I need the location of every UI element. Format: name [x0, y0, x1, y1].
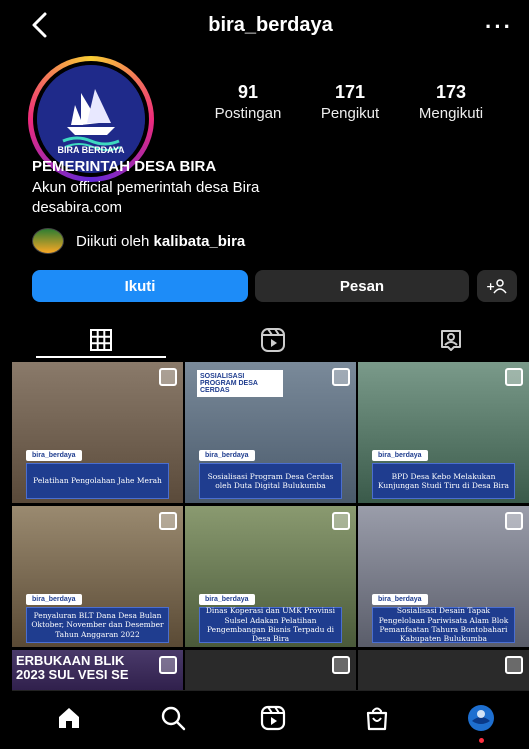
shop-icon	[366, 707, 388, 731]
profile-display-name: PEMERINTAH DESA BIRA	[32, 158, 217, 175]
stat-followers-label: Pengikut	[320, 105, 380, 122]
stat-posts-value: 91	[237, 82, 259, 102]
nav-reels[interactable]	[258, 703, 288, 733]
post-brand-tag: bira_berdaya	[26, 450, 82, 461]
profile-bio: Akun official pemerintah desa Bira	[32, 179, 260, 196]
follow-button[interactable]: Ikuti	[32, 270, 248, 302]
stat-followers-value: 171	[334, 82, 366, 102]
post-caption: Sosialisasi Program Desa Cerdas oleh Dut…	[199, 463, 342, 499]
profile-screen: bira_berdaya ··· BIRA BERDAYA 91 Posting…	[12, 0, 529, 749]
multi-photo-icon	[505, 512, 523, 530]
profile-website-link[interactable]: desabira.com	[32, 199, 122, 216]
post-brand-tag: bira_berdaya	[372, 594, 428, 605]
top-bar: bira_berdaya ···	[12, 0, 529, 52]
stat-following-value: 173	[435, 82, 467, 102]
follower-avatar	[32, 228, 64, 254]
multi-photo-icon	[505, 368, 523, 386]
post-tile[interactable]: bira_berdaya Sosialisasi Desain Tapak Pe…	[358, 506, 529, 647]
grid-icon	[90, 329, 112, 351]
stat-followers[interactable]: 171 Pengikut	[300, 82, 400, 122]
multi-photo-icon	[159, 656, 177, 674]
post-tile[interactable]: SOSIALISASI PROGRAM DESA CERDAS bira_ber…	[185, 362, 356, 503]
tab-grid[interactable]	[86, 326, 116, 354]
followed-by-row[interactable]: Diikuti oleh kalibata_bira	[32, 228, 245, 254]
nav-search[interactable]	[158, 703, 188, 733]
home-icon	[59, 708, 79, 728]
multi-photo-icon	[159, 512, 177, 530]
reels-icon	[261, 328, 285, 352]
stat-posts-label: Postingan	[214, 105, 282, 122]
svg-text:+: +	[486, 280, 495, 293]
post-caption: Pelatihan Pengolahan Jahe Merah	[26, 463, 169, 499]
post-tile[interactable]: bira_berdaya Dinas Koperasi dan UMK Prov…	[185, 506, 356, 647]
post-caption: BPD Desa Kebo Melakukan Kunjungan Studi …	[372, 463, 515, 499]
nav-shop[interactable]	[362, 703, 392, 733]
message-button[interactable]: Pesan	[255, 270, 469, 302]
multi-photo-icon	[332, 512, 350, 530]
post-tile[interactable]: bira_berdaya BPD Desa Kebo Melakukan Kun…	[358, 362, 529, 503]
post-brand-tag: bira_berdaya	[199, 450, 255, 461]
followed-by-username: kalibata_bira	[153, 232, 246, 250]
more-options-icon[interactable]: ···	[485, 14, 513, 40]
multi-photo-icon	[159, 368, 177, 386]
nav-profile[interactable]	[466, 703, 496, 733]
post-brand-tag: bira_berdaya	[372, 450, 428, 461]
add-person-button[interactable]: +	[477, 270, 517, 302]
notification-dot	[479, 738, 484, 743]
active-tab-indicator	[36, 356, 166, 358]
ship-logo-icon	[37, 65, 145, 173]
multi-photo-icon	[332, 656, 350, 674]
reels-icon	[260, 705, 286, 731]
post-tile[interactable]: bira_berdaya Penyaluran BLT Dana Desa Bu…	[12, 506, 183, 647]
post-brand-tag: bira_berdaya	[26, 594, 82, 605]
bottom-navigation	[12, 690, 529, 749]
stat-following-label: Mengikuti	[418, 105, 484, 122]
add-person-icon: +	[486, 279, 507, 294]
followed-by-prefix: Diikuti oleh	[76, 232, 154, 250]
avatar-brand-text: BIRA BERDAYA	[57, 145, 125, 155]
multi-photo-icon	[332, 368, 350, 386]
post-caption: Penyaluran BLT Dana Desa Bulan Oktober, …	[26, 607, 169, 643]
profile-tabs	[12, 320, 529, 360]
stat-posts[interactable]: 91 Postingan	[198, 82, 298, 122]
tab-reels[interactable]	[258, 326, 288, 354]
post-headline: ERBUKAAN BLIK 2023 SUL VESI SE	[16, 653, 129, 683]
post-brand-tag: bira_berdaya	[199, 594, 255, 605]
tagged-icon	[441, 330, 461, 351]
post-caption: Dinas Koperasi dan UMK Provinsi Sulsel A…	[199, 606, 342, 643]
nav-home[interactable]	[54, 703, 84, 733]
post-caption: Sosialisasi Desain Tapak Pengelolaan Par…	[372, 606, 515, 643]
stat-following[interactable]: 173 Mengikuti	[401, 82, 501, 122]
tab-tagged[interactable]	[436, 326, 466, 354]
profile-avatar	[468, 705, 494, 731]
profile-username: bira_berdaya	[208, 14, 333, 36]
multi-photo-icon	[505, 656, 523, 674]
post-tile[interactable]: bira_berdaya Pelatihan Pengolahan Jahe M…	[12, 362, 183, 503]
post-headline: SOSIALISASI PROGRAM DESA CERDAS	[197, 370, 283, 397]
search-icon	[161, 706, 186, 731]
